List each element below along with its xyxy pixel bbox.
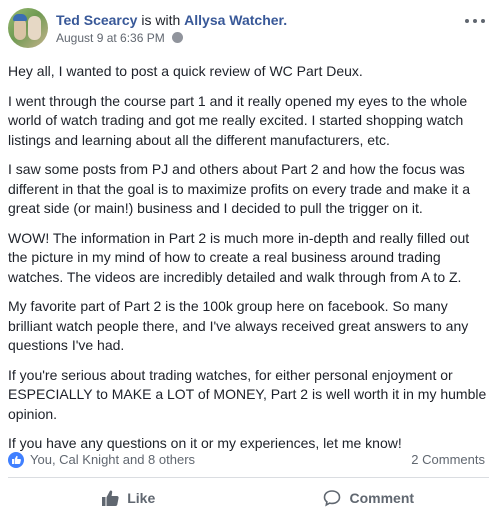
author-line: Ted Scearcy is with Allysa Watcher.	[56, 11, 287, 29]
comment-icon	[324, 490, 341, 507]
post-paragraph: Hey all, I wanted to post a quick review…	[8, 63, 363, 79]
like-reaction-icon[interactable]	[8, 452, 24, 468]
like-button[interactable]: Like	[8, 480, 249, 516]
author-name-link[interactable]: Ted Scearcy	[56, 12, 137, 28]
post-timestamp-line: August 9 at 6:36 PM	[56, 30, 184, 46]
post-paragraph: WOW! The information in Part 2 is much m…	[8, 229, 470, 285]
thumbs-up-icon	[102, 490, 119, 506]
post-stats: You, Cal Knight and 8 others 2 Comments	[8, 450, 489, 470]
globe-icon	[172, 32, 184, 43]
post-paragraph: I went through the course part 1 and it …	[8, 92, 468, 148]
post-actions: Like Comment	[8, 480, 489, 516]
post-paragraph: If you're serious about trading watches,…	[8, 366, 487, 422]
reactors-text[interactable]: You, Cal Knight and 8 others	[30, 452, 195, 468]
post-header: Ted Scearcy is with Allysa Watcher. Augu…	[8, 8, 489, 56]
tagged-user-link[interactable]: Allysa Watcher.	[184, 12, 287, 28]
with-text: is with	[141, 12, 181, 28]
like-label: Like	[127, 490, 156, 506]
comments-count[interactable]: 2 Comments	[411, 452, 485, 468]
comment-label: Comment	[349, 490, 415, 506]
more-icon[interactable]	[465, 14, 485, 28]
facebook-post: Ted Scearcy is with Allysa Watcher. Augu…	[0, 0, 497, 517]
post-timestamp[interactable]: August 9 at 6:36 PM	[56, 31, 165, 45]
author-avatar[interactable]	[8, 8, 48, 48]
post-body: Hey all, I wanted to post a quick review…	[8, 62, 488, 464]
comment-button[interactable]: Comment	[249, 480, 490, 516]
post-paragraph: My favorite part of Part 2 is the 100k g…	[8, 298, 469, 353]
divider	[8, 477, 489, 478]
post-paragraph: I saw some posts from PJ and others abou…	[8, 161, 470, 216]
